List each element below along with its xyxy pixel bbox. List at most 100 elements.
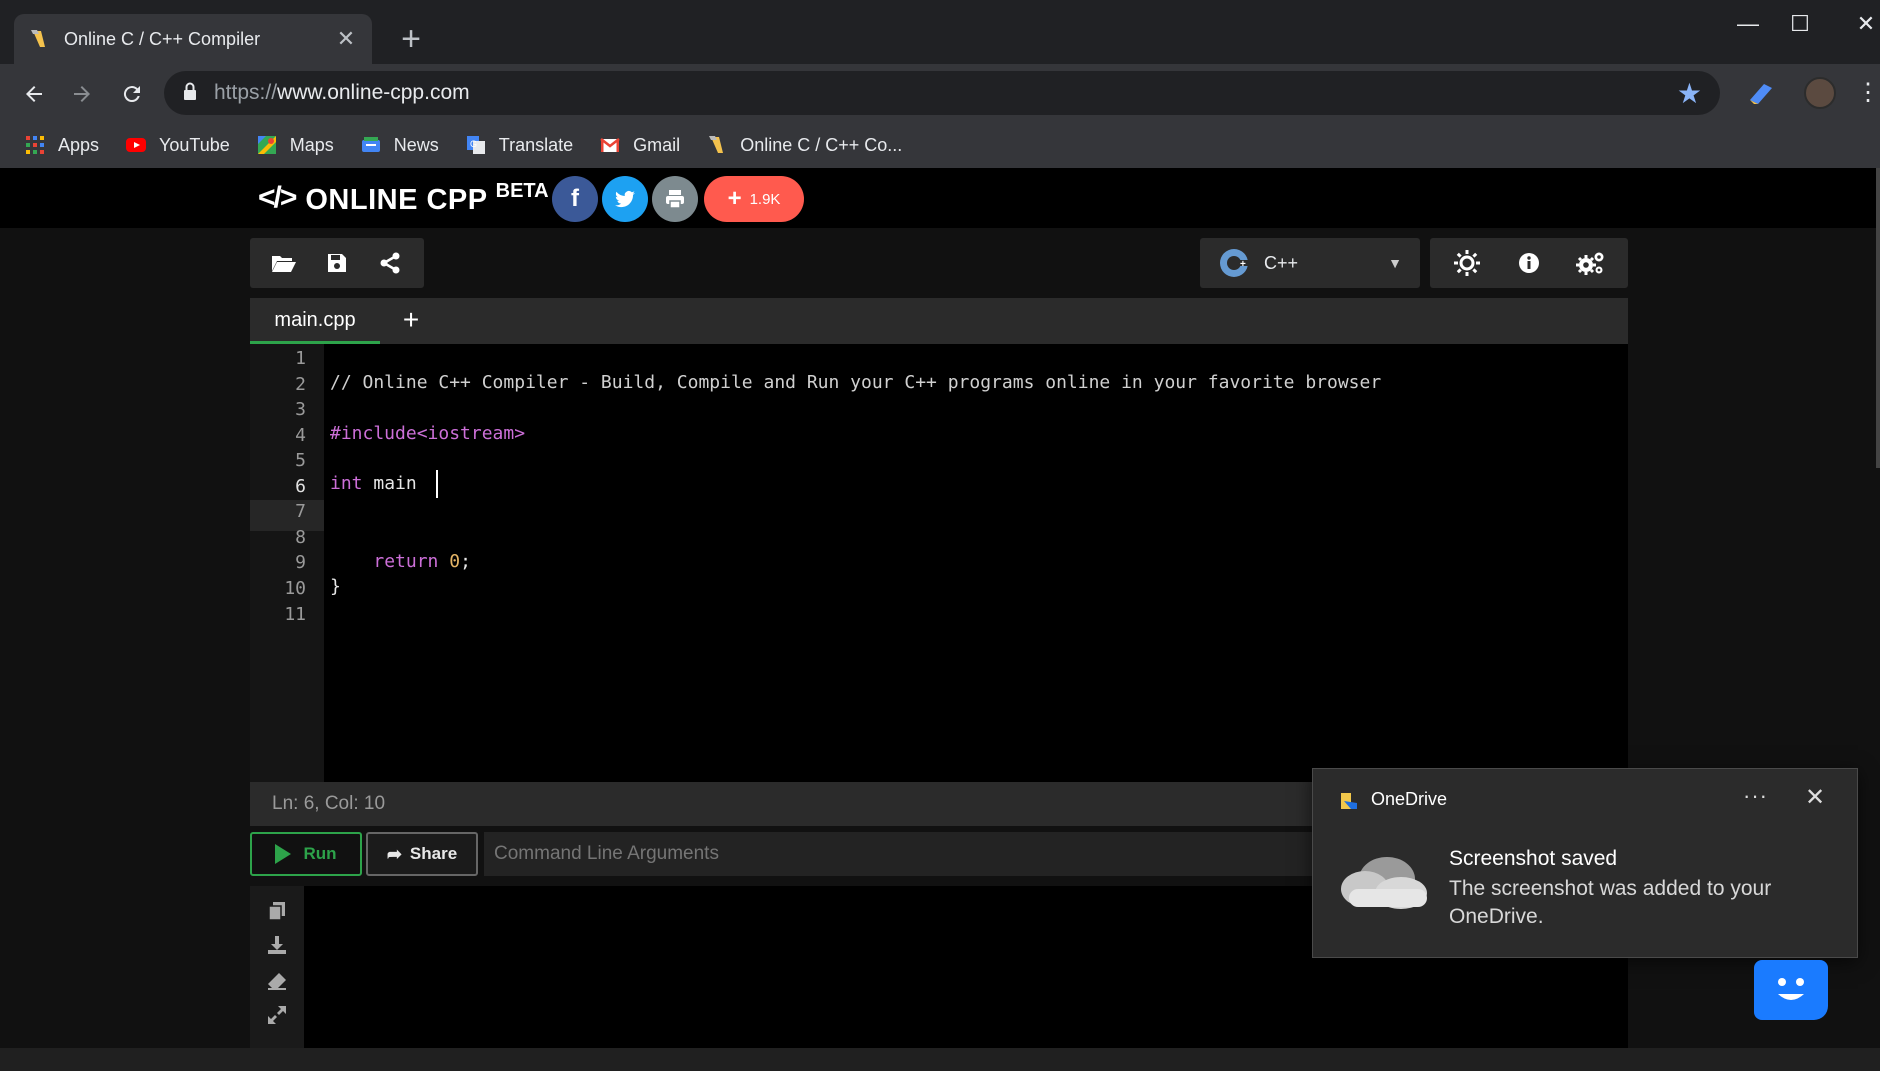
url-text: https://www.online-cpp.com (214, 81, 470, 105)
back-arrow-icon (26, 86, 42, 102)
back-button[interactable] (16, 76, 52, 112)
line-number: 10 (284, 578, 306, 599)
code-line-9: return 0; (330, 551, 471, 572)
line-number: 1 (295, 348, 306, 369)
code-text: main (362, 473, 428, 494)
play-icon (275, 844, 292, 864)
taskbar-strip (0, 1048, 1880, 1071)
file-toolbar (250, 238, 424, 288)
gmail-icon (600, 138, 620, 152)
download-icon (268, 936, 286, 954)
line-number: 9 (295, 552, 306, 573)
tab-strip: Online C / C++ Compiler ✕ + — ☐ ✕ (0, 0, 1880, 64)
bookmark-maps[interactable]: Maps (256, 134, 334, 156)
code-line-6: int main (330, 470, 438, 498)
close-icon[interactable]: ✕ (1805, 783, 1825, 812)
cloud-icon (1341, 857, 1427, 909)
twitter-icon (615, 190, 635, 208)
onedrive-notification[interactable]: OneDrive ··· ✕ Screenshot saved The scre… (1312, 768, 1858, 958)
line-number: 11 (284, 604, 306, 625)
info-icon (1519, 253, 1539, 273)
bookmarks-bar: Apps YouTube Maps News G Translate Gmail… (0, 122, 1880, 168)
tab-title: Online C / C++ Compiler (64, 28, 261, 49)
line-number: 6 (295, 476, 306, 497)
share-button[interactable]: ➦ Share (366, 832, 478, 876)
bookmark-youtube[interactable]: YouTube (125, 134, 230, 156)
beta-badge: BETA (495, 180, 549, 202)
line-number: 3 (295, 399, 306, 420)
onedrive-app-icon (1341, 793, 1357, 809)
bookmark-online-cpp[interactable]: Online C / C++ Co... (706, 134, 902, 156)
plus-icon: + (727, 185, 742, 212)
bookmark-star-icon[interactable]: ★ (1677, 77, 1702, 110)
address-bar[interactable]: https://www.online-cpp.com ★ (164, 71, 1720, 115)
add-file-button[interactable]: + (394, 298, 428, 344)
translate-icon: G (466, 136, 485, 154)
run-button[interactable]: Run (250, 832, 362, 876)
expand-output-button[interactable] (264, 1002, 290, 1028)
code-keyword: return (373, 551, 439, 572)
facebook-share-button[interactable]: f (552, 176, 598, 222)
theme-toggle-button[interactable] (1450, 246, 1484, 280)
online-cpp-favicon (31, 30, 45, 47)
tab-close-icon[interactable]: ✕ (334, 26, 358, 52)
chat-widget-button[interactable] (1754, 960, 1828, 1020)
copy-output-button[interactable] (264, 898, 290, 924)
code-line-4: #include<iostream> (330, 423, 526, 444)
code-editor[interactable]: 1 2 3 4 5 6 7 8 9 10 11 // Online C++ Co… (250, 344, 1628, 782)
info-button[interactable] (1512, 246, 1546, 280)
twitter-share-button[interactable] (602, 176, 648, 222)
reload-button[interactable] (114, 76, 150, 112)
more-options-icon[interactable]: ··· (1743, 783, 1768, 809)
code-keyword: int (330, 473, 363, 494)
settings-button[interactable] (1574, 246, 1608, 280)
bookmark-label: Online C / C++ Co... (740, 134, 903, 155)
line-number: 5 (295, 450, 306, 471)
line-number-gutter: 1 2 3 4 5 6 7 8 9 10 11 (250, 344, 324, 782)
share-counter-button[interactable]: + 1.9K (704, 176, 804, 222)
sun-icon (1454, 250, 1480, 276)
print-icon (666, 190, 684, 209)
browser-chrome: Online C / C++ Compiler ✕ + — ☐ ✕ https:… (0, 0, 1880, 168)
code-text: ; (460, 551, 471, 572)
minimize-button[interactable]: — (1718, 6, 1778, 42)
bookmark-label: Maps (289, 134, 334, 155)
line-number: 7 (295, 501, 306, 522)
url-host: www.online-cpp.com (277, 81, 470, 104)
bookmark-apps[interactable]: Apps (24, 134, 99, 156)
bookmark-news[interactable]: News (360, 134, 439, 156)
console-toolbar (250, 886, 304, 1048)
site-header: </> ONLINE CPP BETA f + 1.9K (0, 168, 1880, 228)
language-select[interactable]: + C++ ▼ (1200, 238, 1420, 288)
gears-icon (1576, 252, 1604, 275)
save-button[interactable] (320, 246, 354, 280)
print-button[interactable] (652, 176, 698, 222)
save-icon (327, 254, 346, 272)
tab-main-cpp[interactable]: main.cpp (250, 298, 380, 344)
site-logo[interactable]: </> ONLINE CPP BETA (258, 180, 549, 220)
line-number: 2 (295, 374, 306, 395)
browser-tab[interactable]: Online C / C++ Compiler ✕ (14, 14, 372, 64)
browser-menu-icon[interactable]: ⋮ (1856, 76, 1880, 110)
open-folder-button[interactable] (267, 246, 301, 280)
run-label: Run (303, 844, 337, 863)
clear-output-button[interactable] (264, 968, 290, 994)
new-tab-button[interactable]: + (392, 20, 430, 58)
chevron-down-icon: ▼ (1388, 255, 1402, 271)
download-output-button[interactable] (264, 932, 290, 958)
bookmark-label: News (393, 134, 439, 155)
extension-icon[interactable] (1744, 76, 1778, 110)
online-cpp-favicon (709, 136, 724, 153)
expand-icon (268, 1006, 286, 1024)
desktop-edge (1880, 0, 1902, 1071)
bookmark-gmail[interactable]: Gmail (599, 134, 680, 156)
forward-button[interactable] (64, 76, 100, 112)
bookmark-translate[interactable]: G Translate (465, 134, 573, 156)
profile-avatar[interactable] (1804, 77, 1836, 109)
notification-heading: Screenshot saved (1449, 847, 1618, 870)
folder-open-icon (272, 256, 297, 272)
code-number: 0 (449, 551, 461, 572)
maps-icon (257, 136, 276, 154)
share-link-button[interactable] (373, 246, 407, 280)
maximize-button[interactable]: ☐ (1770, 6, 1830, 42)
